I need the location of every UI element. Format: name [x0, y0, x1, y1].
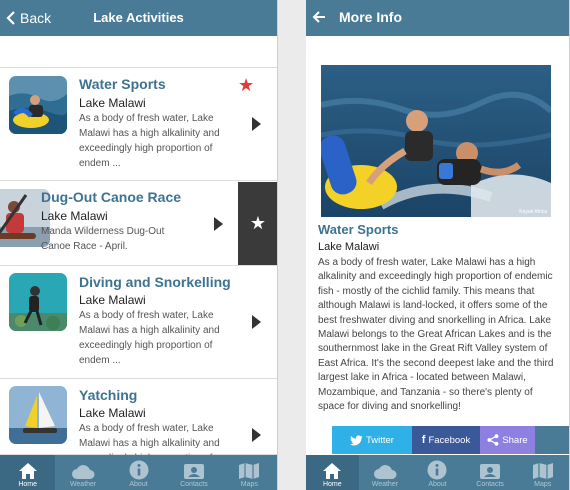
page-title: More Info: [339, 9, 402, 25]
info-icon: [427, 460, 447, 480]
cloud-icon: [72, 465, 95, 479]
tab-home[interactable]: Home: [306, 455, 359, 490]
item-title: Yatching: [79, 387, 138, 403]
tab-label: Weather: [371, 481, 399, 488]
more-info-header: More Info: [306, 0, 569, 36]
tab-about[interactable]: About: [111, 455, 166, 490]
list-item-diving[interactable]: Diving and Snorkelling Lake Malawi As a …: [0, 267, 277, 379]
item-description: Manda Wilderness Dug-Out Canoe Race - Ap…: [41, 226, 165, 252]
share-bar: Twitter f Facebook Share: [306, 426, 569, 454]
tab-label: Home: [18, 481, 38, 488]
map-icon: [239, 463, 260, 479]
arrow-left-icon[interactable]: [312, 10, 326, 24]
image-caption: Kayak Africa: [519, 209, 547, 215]
activities-screen: Back Lake Activities Water Sports Lake M…: [0, 0, 278, 490]
page-title: Lake Activities: [93, 10, 184, 25]
home-icon: [18, 463, 37, 479]
detail-content: Kayak Africa Water Sports Lake Malawi As…: [306, 36, 569, 455]
more-info-screen: More Info Kayak Africa Water Sports Lake…: [306, 0, 570, 490]
diving-thumbnail: [9, 273, 67, 331]
item-title: Dug-Out Canoe Race: [41, 189, 182, 205]
tab-bar: Home Weather About Contacts Maps: [0, 455, 277, 490]
item-location: Lake Malawi: [79, 406, 146, 420]
list-item-water-sports[interactable]: Water Sports Lake Malawi As a body of fr…: [0, 69, 277, 181]
tab-home[interactable]: Home: [0, 455, 56, 490]
list-top-spacer: [0, 36, 277, 68]
cloud-icon: [373, 465, 397, 479]
contacts-icon: [183, 464, 204, 479]
tab-label: About: [129, 481, 148, 488]
list-item-canoe-race[interactable]: Dug-Out Canoe Race Lake Malawi Manda Wil…: [0, 182, 277, 266]
detail-body: As a body of fresh water, Lake Malawi ha…: [318, 257, 554, 413]
chevron-right-icon[interactable]: [252, 428, 261, 442]
chevron-right-icon[interactable]: [252, 315, 261, 329]
item-location: Lake Malawi: [79, 293, 146, 307]
chevron-right-icon[interactable]: [252, 117, 261, 131]
facebook-icon: f: [421, 434, 426, 446]
detail-location: Lake Malawi: [318, 241, 380, 253]
facebook-share-button[interactable]: f Facebook: [412, 426, 480, 454]
tab-label: About: [428, 481, 447, 488]
water-sports-thumbnail: [9, 76, 67, 134]
tab-bar: Home Weather About Contacts Maps: [306, 455, 569, 490]
tab-label: Maps: [240, 481, 258, 488]
tab-about[interactable]: About: [411, 455, 464, 490]
tab-label: Contacts: [476, 481, 504, 488]
share-icon: [487, 434, 499, 446]
item-description: As a body of fresh water, Lake Malawi ha…: [79, 423, 220, 455]
share-bar-fill: [535, 426, 569, 454]
tab-weather[interactable]: Weather: [55, 455, 110, 490]
item-description: As a body of fresh water, Lake Malawi ha…: [79, 113, 220, 169]
tab-label: Contacts: [180, 481, 208, 488]
tab-label: Weather: [69, 481, 97, 488]
list-item-yatching[interactable]: Yatching Lake Malawi As a body of fresh …: [0, 380, 277, 455]
hero-image: Kayak Africa: [321, 65, 551, 217]
map-icon: [532, 463, 553, 479]
yatching-thumbnail: [9, 386, 67, 444]
tab-maps[interactable]: Maps: [516, 455, 569, 490]
activities-header: Back Lake Activities: [0, 0, 277, 36]
tab-weather[interactable]: Weather: [359, 455, 412, 490]
twitter-label: Twitter: [366, 434, 394, 446]
item-location: Lake Malawi: [41, 209, 108, 223]
star-icon[interactable]: ★: [238, 76, 254, 94]
detail-title: Water Sports: [318, 222, 399, 237]
info-icon: [129, 460, 149, 480]
home-icon: [323, 463, 342, 479]
item-description: As a body of fresh water, Lake Malawi ha…: [79, 310, 220, 366]
tab-maps[interactable]: Maps: [222, 455, 277, 490]
tab-contacts[interactable]: Contacts: [166, 455, 221, 490]
item-title: Water Sports: [79, 76, 166, 92]
add-favorite-button[interactable]: ★: [238, 182, 277, 265]
facebook-label: Facebook: [428, 434, 471, 446]
twitter-share-button[interactable]: Twitter: [332, 426, 412, 454]
share-label: Share: [502, 434, 528, 446]
twitter-icon: [350, 434, 363, 445]
tab-label: Home: [322, 481, 342, 488]
star-icon: ★: [249, 213, 267, 233]
item-location: Lake Malawi: [79, 96, 146, 110]
share-bar-spacer: [306, 426, 332, 454]
tab-label: Maps: [534, 481, 552, 488]
chevron-right-icon[interactable]: [214, 217, 223, 231]
tab-contacts[interactable]: Contacts: [464, 455, 517, 490]
contacts-icon: [480, 464, 501, 479]
share-button[interactable]: Share: [480, 426, 535, 454]
item-title: Diving and Snorkelling: [79, 274, 231, 290]
